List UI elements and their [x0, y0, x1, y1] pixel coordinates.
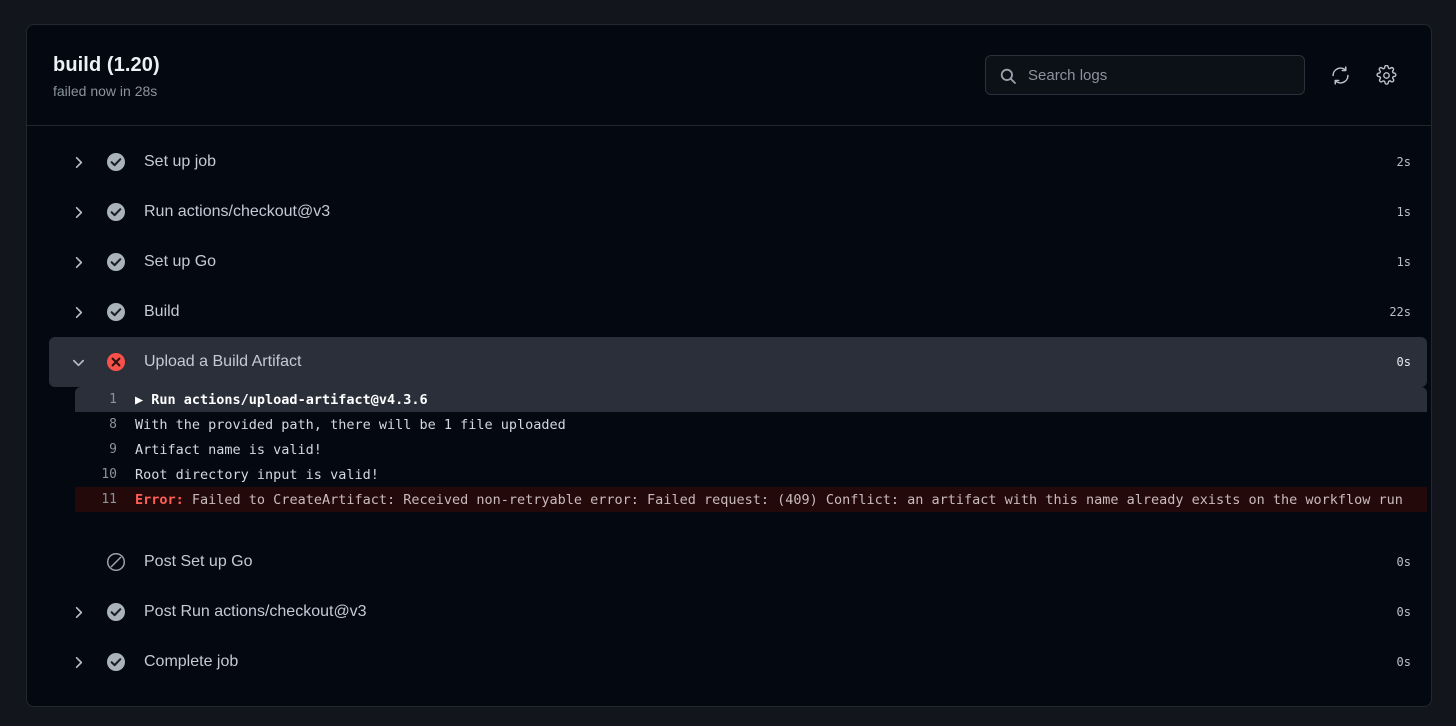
search-icon [999, 67, 1017, 85]
chevron-right-icon[interactable] [65, 655, 91, 670]
chevron-right-icon[interactable] [65, 305, 91, 320]
step-duration: 0s [1396, 605, 1411, 619]
step-label: Set up Go [144, 253, 217, 270]
page-title: build (1.20) [53, 54, 160, 76]
log-line[interactable]: 9 Artifact name is valid! [75, 437, 1427, 462]
step-label: Upload a Build Artifact [144, 353, 302, 370]
step-duration: 1s [1396, 255, 1411, 269]
log-line[interactable]: 11 Error: Failed to CreateArtifact: Recei… [75, 487, 1427, 512]
log-line-text: With the provided path, there will be 1 … [135, 416, 566, 433]
log-line-number: 1 [109, 392, 117, 407]
step-duration: 22s [1389, 305, 1411, 319]
refresh-icon[interactable] [1317, 53, 1363, 97]
failure-icon [106, 352, 126, 372]
success-check-icon [106, 252, 126, 272]
step-label: Post Run actions/checkout@v3 [144, 603, 367, 620]
search-input[interactable] [1028, 66, 1304, 84]
log-line-text: Root directory input is valid! [135, 466, 379, 483]
success-check-icon [106, 602, 126, 622]
step-duration: 2s [1396, 155, 1411, 169]
success-check-icon [106, 202, 126, 222]
steps-list: Set up job 2s Run actions/checkout@v3 1s Set… [27, 126, 1431, 687]
step-label: Run actions/checkout@v3 [144, 203, 331, 220]
skipped-icon [106, 552, 126, 572]
step-label: Complete job [144, 653, 239, 670]
log-line-number: 11 [101, 492, 117, 507]
chevron-right-icon[interactable] [65, 605, 91, 620]
step-row[interactable]: Set up job 2s [49, 137, 1427, 187]
log-expand-triangle-icon[interactable]: ▶ [135, 392, 151, 408]
step-duration: 1s [1396, 205, 1411, 219]
chevron-right-icon[interactable] [65, 205, 91, 220]
log-line-number: 8 [109, 417, 117, 432]
workflow-log-page: build (1.20) failed now in 28s Search lo… [0, 0, 1456, 726]
header-controls [985, 53, 1409, 97]
job-log-card: build (1.20) failed now in 28s Search lo… [26, 24, 1432, 707]
log-line[interactable]: 1 ▶ Run actions/upload-artifact@v4.3.6 [75, 387, 1427, 412]
job-header-titles: build (1.20) failed now in 28s [53, 48, 985, 102]
success-check-icon [106, 652, 126, 672]
step-row[interactable]: Set up Go 1s [49, 237, 1427, 287]
log-output: 1 ▶ Run actions/upload-artifact@v4.3.6 8 Wi… [75, 387, 1427, 537]
search-logs-box[interactable] [985, 55, 1305, 95]
step-row[interactable]: Complete job 0s [49, 637, 1427, 687]
success-check-icon [106, 152, 126, 172]
step-label: Post Set up Go [144, 553, 253, 570]
step-row[interactable]: Run actions/checkout@v3 1s [49, 187, 1427, 237]
log-line-text: Artifact name is valid! [135, 441, 322, 458]
step-label: Build [144, 303, 180, 320]
log-line[interactable]: 10 Root directory input is valid! [75, 462, 1427, 487]
step-duration: 0s [1396, 355, 1411, 369]
log-line-text: Run actions/upload-artifact@v4.3.6 [151, 391, 428, 408]
chevron-down-icon[interactable] [65, 355, 91, 370]
step-duration: 0s [1396, 555, 1411, 569]
success-check-icon [106, 302, 126, 322]
log-line-number: 10 [101, 467, 117, 482]
step-label: Set up job [144, 153, 217, 170]
job-header: build (1.20) failed now in 28s [27, 25, 1431, 126]
log-line-text: Failed to CreateArtifact: Received non-r… [183, 491, 1403, 508]
step-row[interactable]: Post Run actions/checkout@v3 0s [49, 587, 1427, 637]
log-line[interactable]: 8 With the provided path, there will be 1… [75, 412, 1427, 437]
step-row[interactable]: Post Set up Go 0s [49, 537, 1427, 587]
gear-icon[interactable] [1363, 53, 1409, 97]
step-row[interactable]: Upload a Build Artifact 0s [49, 337, 1427, 387]
log-error-tag: Error: [135, 491, 184, 508]
step-row[interactable]: Build 22s [49, 287, 1427, 337]
job-status-text: failed now in 28s [53, 83, 158, 99]
step-duration: 0s [1396, 655, 1411, 669]
log-line-number: 9 [109, 442, 117, 457]
chevron-right-icon[interactable] [65, 155, 91, 170]
log-bottom-spacer [75, 512, 1427, 531]
chevron-right-icon[interactable] [65, 255, 91, 270]
